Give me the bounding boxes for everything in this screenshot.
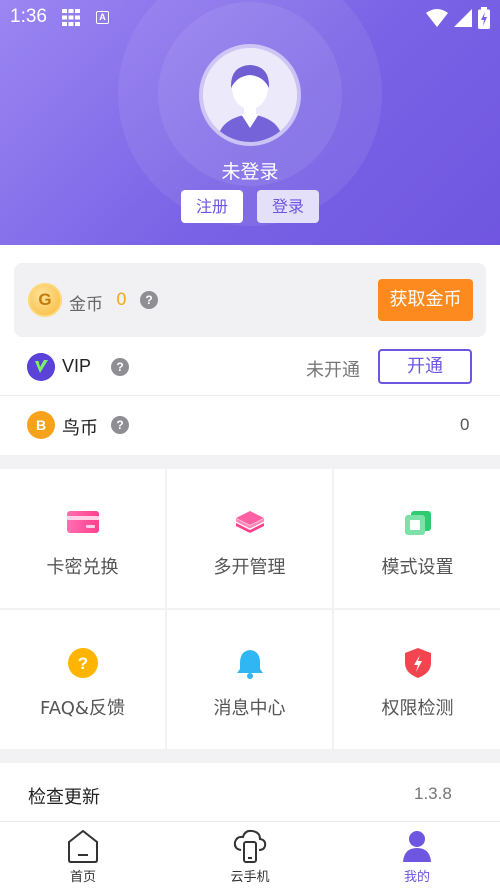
grid-item-label: 消息中心 xyxy=(213,698,286,719)
card-icon xyxy=(66,511,99,533)
grid-item-label: 权限检测 xyxy=(381,698,454,719)
coin-label: 金币 xyxy=(69,295,103,315)
tab-home[interactable]: 首页 xyxy=(0,822,166,888)
bird-coin-icon: B xyxy=(27,411,55,439)
grid-item-label: 多开管理 xyxy=(213,557,286,578)
wifi-icon xyxy=(426,9,448,27)
gold-coin-icon: G xyxy=(28,283,62,317)
signal-icon xyxy=(454,9,472,27)
username-label: 未登录 xyxy=(221,161,279,183)
register-button[interactable]: 注册 xyxy=(181,190,243,223)
grid-item-label: 模式设置 xyxy=(381,557,454,578)
bird-coin-value: 0 xyxy=(460,415,470,434)
bottom-tab-bar: 首页 云手机 我的 xyxy=(0,821,500,888)
grid-item-label: FAQ&反馈 xyxy=(40,698,125,719)
grid-item-multi-open[interactable]: 多开管理 xyxy=(167,469,332,608)
profile-header: 1:36 A 未登录 注册 登录 xyxy=(0,0,500,245)
check-update-label: 检查更新 xyxy=(28,787,100,808)
cloud-phone-icon xyxy=(233,829,267,863)
battery-icon xyxy=(478,7,490,29)
get-coins-button[interactable]: 获取金币 xyxy=(378,279,473,321)
check-update-row[interactable]: 检查更新 1.3.8 xyxy=(0,763,500,821)
tab-cloud-phone[interactable]: 云手机 xyxy=(167,822,333,888)
grid-item-card-redeem[interactable]: 卡密兑换 xyxy=(0,469,165,608)
bird-coin-label: 鸟币 xyxy=(62,418,98,439)
status-time: 1:36 xyxy=(10,6,47,27)
login-button[interactable]: 登录 xyxy=(257,190,319,223)
tab-label: 首页 xyxy=(69,870,96,885)
shield-icon xyxy=(404,648,431,678)
vip-status: 未开通 xyxy=(306,360,360,381)
grid-item-mode-settings[interactable]: 模式设置 xyxy=(335,469,500,608)
vip-label: VIP xyxy=(62,356,92,376)
tab-mine[interactable]: 我的 xyxy=(334,822,500,888)
avatar[interactable] xyxy=(199,44,301,146)
status-right-icons xyxy=(426,7,490,29)
tab-label: 云手机 xyxy=(230,870,270,885)
status-bar: 1:36 A xyxy=(0,0,500,36)
bell-icon xyxy=(236,650,263,679)
grid-item-faq[interactable]: ? FAQ&反馈 xyxy=(0,610,165,749)
user-avatar-icon xyxy=(203,48,297,142)
tab-label: 我的 xyxy=(403,870,430,885)
svg-text:?: ? xyxy=(77,654,87,673)
version-label: 1.3.8 xyxy=(414,784,452,803)
coin-help-icon[interactable]: ? xyxy=(140,291,158,309)
vip-help-icon[interactable]: ? xyxy=(111,358,129,376)
grid-item-messages[interactable]: 消息中心 xyxy=(167,610,332,749)
grid-icon xyxy=(62,9,80,26)
home-icon xyxy=(68,829,98,863)
grid-item-permission-check[interactable]: 权限检测 xyxy=(335,610,500,749)
coin-value: 0 xyxy=(116,290,127,310)
font-app-icon: A xyxy=(96,11,109,24)
question-icon: ? xyxy=(67,648,98,678)
grid-item-label: 卡密兑换 xyxy=(46,557,119,578)
divider xyxy=(0,395,500,396)
bird-coin-help-icon[interactable]: ? xyxy=(111,416,129,434)
mode-icon xyxy=(404,511,431,535)
profile-icon xyxy=(403,831,431,862)
coin-row: G 金币 0 ? 获取金币 xyxy=(14,263,486,337)
vip-icon xyxy=(27,353,55,381)
layers-icon xyxy=(235,511,264,533)
vip-open-button[interactable]: 开通 xyxy=(378,349,472,384)
grid-divider xyxy=(0,608,500,610)
